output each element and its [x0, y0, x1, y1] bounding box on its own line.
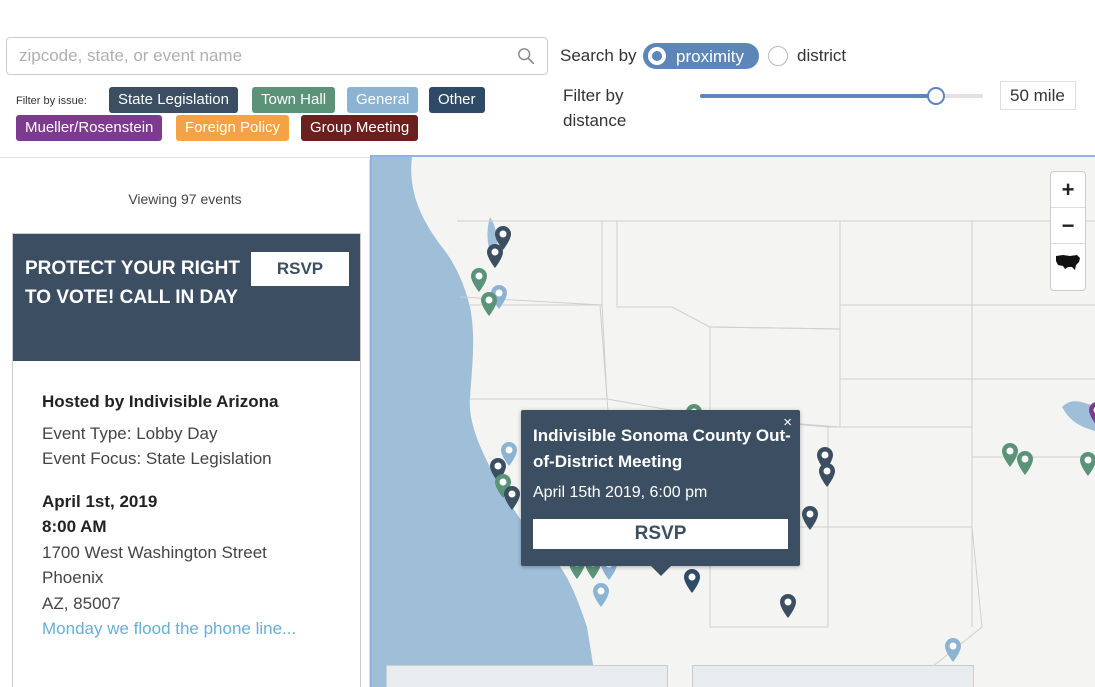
inset-map-hawaii: [692, 665, 974, 687]
search-input[interactable]: [19, 38, 509, 74]
event-marker[interactable]: [470, 267, 488, 293]
event-marker[interactable]: [480, 291, 498, 317]
search-box[interactable]: [6, 37, 548, 75]
us-map-icon: [1056, 255, 1080, 270]
filter-by-issue-label: Filter by issue:: [16, 95, 87, 107]
popup-event-date: April 15th 2019, 6:00 pm: [533, 484, 708, 501]
app-root: Filter by issue: State Legislation Town …: [0, 0, 1095, 687]
event-marker[interactable]: [486, 243, 504, 269]
event-state-zip: AZ, 85007: [42, 593, 121, 613]
event-card[interactable]: PROTECT YOUR RIGHT TO VOTE! CALL IN DAY …: [12, 233, 361, 687]
event-marker[interactable]: [801, 505, 819, 531]
event-marker[interactable]: [779, 593, 797, 619]
event-host: Hosted by Indivisible Arizona: [42, 392, 279, 411]
event-marker[interactable]: [1079, 451, 1095, 477]
event-marker[interactable]: [1088, 401, 1095, 427]
filter-by-distance-label: Filter by distance: [563, 86, 627, 130]
zoom-out-button[interactable]: −: [1051, 208, 1085, 244]
event-marker[interactable]: [683, 568, 701, 594]
event-marker[interactable]: [592, 582, 610, 608]
event-marker[interactable]: [1016, 450, 1034, 476]
event-date: April 1st, 2019: [42, 491, 158, 511]
event-focus: Event Focus: State Legislation: [42, 449, 272, 468]
popup-event-title: Indivisible Sonoma County Out-of-Distric…: [533, 426, 791, 471]
popup-rsvp-button[interactable]: RSVP: [533, 519, 788, 549]
event-list-panel[interactable]: Viewing 97 events PROTECT YOUR RIGHT TO …: [0, 159, 370, 687]
event-time: 8:00 AM: [42, 517, 107, 536]
event-title: PROTECT YOUR RIGHT TO VOTE! CALL IN DAY: [25, 258, 240, 308]
rsvp-button[interactable]: RSVP: [251, 252, 349, 286]
search-by-label: Search by: [560, 46, 637, 65]
distance-value: 50 mile: [1000, 81, 1076, 110]
zoom-in-button[interactable]: +: [1051, 172, 1085, 208]
proximity-radio-button[interactable]: proximity: [643, 43, 759, 69]
chip-town-hall[interactable]: Town Hall: [252, 87, 336, 113]
viewing-count: Viewing 97 events: [128, 191, 242, 207]
event-marker[interactable]: [944, 637, 962, 663]
distance-slider[interactable]: [700, 87, 983, 105]
event-popup[interactable]: × Indivisible Sonoma County Out-of-Distr…: [521, 410, 800, 576]
chip-foreign-policy[interactable]: Foreign Policy: [176, 115, 290, 141]
event-description-link[interactable]: Monday we flood the phone line...: [42, 616, 342, 642]
event-address: 1700 West Washington Street: [42, 542, 267, 562]
distance-slider-fill: [700, 94, 936, 98]
event-city: Phoenix: [42, 568, 104, 587]
event-card-header: PROTECT YOUR RIGHT TO VOTE! CALL IN DAY …: [13, 234, 360, 361]
chip-general[interactable]: General: [347, 87, 419, 113]
chip-state-legislation[interactable]: State Legislation: [109, 87, 238, 113]
chip-group-meeting[interactable]: Group Meeting: [301, 115, 419, 141]
district-radio-button[interactable]: [768, 46, 788, 66]
proximity-radio-dot: [648, 47, 666, 65]
inset-map-alaska: [386, 665, 668, 687]
proximity-label: proximity: [676, 47, 745, 66]
event-marker[interactable]: [818, 462, 836, 488]
search-icon[interactable]: [517, 47, 535, 65]
chip-other[interactable]: Other: [429, 87, 485, 113]
reset-view-button[interactable]: [1051, 244, 1085, 280]
map[interactable]: × Indivisible Sonoma County Out-of-Distr…: [370, 155, 1095, 687]
district-label[interactable]: district: [797, 46, 846, 66]
event-marker[interactable]: [503, 485, 521, 511]
zoom-control: + −: [1050, 171, 1086, 291]
distance-slider-thumb[interactable]: [926, 87, 945, 105]
header: Filter by issue: State Legislation Town …: [0, 0, 1095, 158]
event-details: Hosted by Indivisible Arizona Event Type…: [42, 389, 342, 642]
chip-mueller-rosenstein[interactable]: Mueller/Rosenstein: [16, 115, 163, 141]
event-type: Event Type: Lobby Day: [42, 423, 218, 443]
